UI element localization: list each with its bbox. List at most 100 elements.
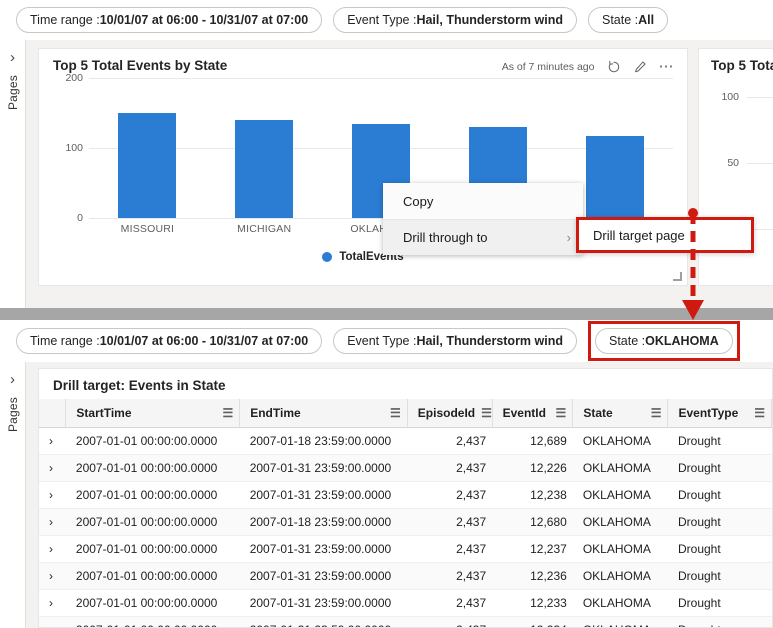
table-header-eventid[interactable]: EventId ☰	[492, 399, 574, 428]
context-menu-label-drill-through-to: Drill through to	[403, 230, 488, 245]
column-menu-icon-starttime[interactable]: ☰	[222, 407, 233, 419]
powerbi-report-app: Time range : 10/01/07 at 06:00 - 10/31/0…	[0, 0, 773, 628]
cell-episodeid: 2,437	[407, 562, 493, 590]
context-menu-label-copy: Copy	[403, 193, 434, 209]
table-row[interactable]: ›2007-01-01 00:00:00.00002007-01-31 23:5…	[39, 562, 772, 590]
filter-pill-state-bottom[interactable]: State : OKLAHOMA	[595, 328, 733, 354]
cell-starttime: 2007-01-01 00:00:00.0000	[65, 535, 240, 563]
bar-kansas[interactable]	[585, 136, 644, 218]
cell-eventid: 12,236	[492, 562, 573, 590]
filter-pill-event-type-bottom[interactable]: Event Type : Hail, Thunderstorm wind	[333, 328, 577, 354]
row-expand-chevron-icon[interactable]: ›	[39, 427, 66, 455]
highlight-box-state-filter: State : OKLAHOMA	[588, 321, 740, 361]
filter-pill-time-range[interactable]: Time range : 10/01/07 at 06:00 - 10/31/0…	[16, 7, 323, 33]
row-expand-chevron-icon[interactable]: ›	[39, 535, 66, 563]
filter-pill-event-type[interactable]: Event Type : Hail, Thunderstorm wind	[333, 7, 577, 33]
filter-label-time-range-bottom: Time range :	[30, 334, 100, 348]
refresh-icon[interactable]	[607, 60, 621, 74]
visual-drill-target-events-in-state[interactable]: Drill target: Events in State StartTime ☰…	[38, 368, 773, 628]
table-header-starttime[interactable]: StartTime ☰	[65, 399, 241, 428]
column-menu-icon-eventid[interactable]: ☰	[556, 407, 567, 419]
row-expand-chevron-icon[interactable]: ›	[39, 454, 66, 482]
table-row[interactable]: › 2007-01-01 00:00:00.0000 2007-01-18 23:5…	[39, 508, 772, 536]
table-row[interactable]: ›2007-01-01 00:00:00.00002007-01-31 23:5…	[39, 535, 772, 563]
filter-pill-state[interactable]: State : All	[588, 7, 669, 33]
row-expand-chevron-icon[interactable]: ›	[39, 481, 66, 509]
visual-toolbar: As of 7 minutes ago ⋯	[502, 59, 676, 74]
cell-starttime: 2007-01-01 00:00:00.0000	[65, 454, 240, 482]
row-expand-chevron-icon[interactable]: ›	[39, 562, 66, 590]
column-menu-icon-endtime[interactable]: ☰	[390, 407, 401, 419]
submenu-item-drill-target-page[interactable]: Drill target page	[576, 217, 754, 253]
table-header-state[interactable]: State ☰	[572, 399, 669, 428]
row-expand-chevron-icon[interactable]: ›	[39, 589, 66, 617]
cell-eventtype: Drought	[667, 427, 772, 455]
table-row[interactable]: ›2007-01-01 00:00:00.00002007-01-31 23:5…	[39, 589, 772, 617]
pencil-icon[interactable]	[633, 60, 647, 74]
cell-endtime: 2007-01-31 23:59:00.0000	[239, 454, 408, 482]
filter-value-time-range: 10/01/07 at 06:00 - 10/31/07 at 07:00	[99, 13, 309, 27]
cell-starttime: 2007-01-01 00:00:00.0000	[65, 427, 240, 455]
context-menu[interactable]: Copy Drill through to ›	[383, 183, 583, 255]
row-expand-chevron-icon[interactable]: ›	[39, 616, 66, 627]
expand-pages-chevron-icon[interactable]: ›	[10, 50, 15, 65]
events-table: StartTime ☰ EndTime ☰ EpisodeId ☰ EventId ☰ …	[39, 399, 772, 627]
bottom-body: › Pages Drill target: Events in State St…	[0, 362, 773, 628]
pages-rail-bottom[interactable]: › Pages	[0, 362, 26, 628]
more-options-icon[interactable]: ⋯	[659, 59, 676, 74]
column-menu-icon-state[interactable]: ☰	[651, 407, 662, 419]
table-header-endtime[interactable]: EndTime ☰	[239, 399, 408, 428]
filter-label-state: State :	[602, 13, 639, 27]
column-menu-icon-episodeid[interactable]: ☰	[481, 407, 492, 419]
cell-eventtype: Drought	[667, 616, 772, 627]
cell-episodeid: 2,437	[407, 454, 493, 482]
cell-episodeid: 2,437	[407, 535, 493, 563]
report-canvas-bottom: Drill target: Events in State StartTime ☰…	[26, 362, 773, 628]
cell-starttime: 2007-01-01 00:00:00.0000	[65, 616, 240, 627]
filter-value-time-range-bottom: 10/01/07 at 06:00 - 10/31/07 at 07:00	[99, 334, 309, 348]
top-filter-bar: Time range : 10/01/07 at 06:00 - 10/31/0…	[0, 0, 773, 40]
bar-michigan[interactable]	[235, 120, 294, 218]
bar-missouri[interactable]	[118, 113, 177, 218]
cell-eventid: 12,233	[492, 589, 573, 617]
pages-rail-top[interactable]: › Pages	[0, 40, 26, 308]
cell-episodeid: 2,437	[407, 508, 493, 536]
right-visual-plot: 100 50 0	[699, 79, 773, 235]
cell-endtime: 2007-01-18 23:59:00.0000	[239, 508, 408, 536]
table-row[interactable]: ›2007-01-01 00:00:00.00002007-01-31 23:5…	[39, 616, 772, 627]
filter-pill-time-range-bottom[interactable]: Time range : 10/01/07 at 06:00 - 10/31/0…	[16, 328, 323, 354]
table-row[interactable]: ›2007-01-01 00:00:00.00002007-01-31 23:5…	[39, 454, 772, 482]
context-menu-item-copy[interactable]: Copy	[383, 183, 583, 219]
submenu-label-drill-target-page: Drill target page	[593, 227, 685, 243]
bar-series-totalevents	[89, 78, 673, 218]
y-tick-200: 200	[65, 72, 83, 84]
cell-state: OKLAHOMA	[572, 535, 668, 563]
cell-eventtype: Drought	[667, 562, 772, 590]
right-y-tick-50: 50	[727, 157, 739, 169]
filter-label-time-range: Time range :	[30, 13, 100, 27]
cell-endtime: 2007-01-31 23:59:00.0000	[239, 535, 408, 563]
section-splitter[interactable]	[0, 308, 773, 320]
cell-state: OKLAHOMA	[572, 481, 668, 509]
table-header-eventtype[interactable]: EventType ☰	[667, 399, 772, 428]
bottom-filter-bar: Time range : 10/01/07 at 06:00 - 10/31/0…	[0, 320, 773, 362]
header-label-eventid: EventId	[502, 406, 546, 420]
table-header-episodeid[interactable]: EpisodeId ☰	[407, 399, 493, 428]
expand-pages-chevron-icon-bottom[interactable]: ›	[10, 372, 15, 387]
top-report-section: › Pages Top 5 Total Events by State As o…	[0, 40, 773, 308]
cell-endtime: 2007-01-31 23:59:00.0000	[239, 589, 408, 617]
cell-eventid: 12,238	[492, 481, 573, 509]
cell-state: OKLAHOMA	[572, 616, 668, 627]
table-header-row: StartTime ☰ EndTime ☰ EpisodeId ☰ EventId ☰ …	[39, 399, 772, 428]
table-header-expand	[39, 399, 67, 428]
cell-endtime: 2007-01-31 23:59:00.0000	[239, 616, 408, 627]
cell-state: OKLAHOMA	[572, 427, 668, 455]
column-menu-icon-eventtype[interactable]: ☰	[754, 407, 765, 419]
cell-eventtype: Drought	[667, 481, 772, 509]
table-row[interactable]: ›2007-01-01 00:00:00.00002007-01-31 23:5…	[39, 481, 772, 509]
header-label-starttime: StartTime	[76, 406, 132, 420]
table-row[interactable]: › 2007-01-01 00:00:00.0000 2007-01-18 23:5…	[39, 427, 772, 455]
row-expand-chevron-icon[interactable]: ›	[39, 508, 66, 536]
context-menu-item-drill-through-to[interactable]: Drill through to ›	[383, 219, 583, 255]
visual-resize-handle[interactable]	[673, 272, 682, 281]
